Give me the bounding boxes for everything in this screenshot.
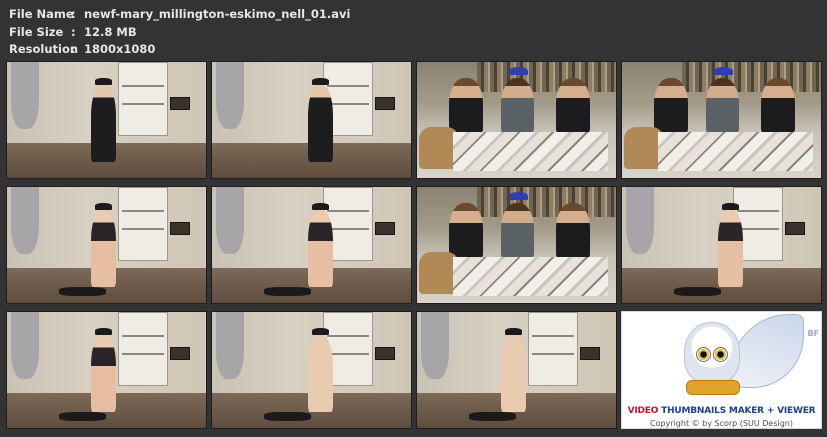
figure	[90, 335, 117, 412]
room-picture-frame	[375, 96, 396, 111]
video-thumbnail[interactable]	[211, 186, 412, 304]
bookshelf	[476, 62, 616, 93]
resolution-label: Resolution	[9, 42, 79, 56]
video-thumbnail[interactable]	[6, 311, 207, 429]
magazines-on-table	[452, 131, 609, 172]
man-center	[500, 78, 535, 134]
room-lamp	[420, 312, 449, 380]
table-lamp	[508, 191, 529, 200]
resolution-separator: :	[71, 42, 76, 56]
file-size-row: File Size : 12.8 MB	[9, 24, 350, 42]
room-picture-frame	[170, 96, 191, 111]
room-lamp	[10, 62, 39, 130]
video-thumbnail[interactable]	[416, 311, 617, 429]
owl-icon	[684, 322, 740, 384]
scroll-icon	[686, 380, 740, 395]
video-thumbnail[interactable]	[6, 61, 207, 179]
figure-cap	[311, 78, 330, 86]
owl-wing	[730, 314, 804, 388]
figure-cap	[94, 78, 113, 86]
figure	[307, 335, 334, 412]
file-name-row: File Name : newf-mary_millington-eskimo_…	[9, 6, 350, 24]
man-right	[556, 203, 591, 259]
man-center	[500, 203, 535, 259]
video-thumbnail[interactable]	[211, 61, 412, 179]
figure-cap	[721, 203, 740, 211]
video-thumbnail[interactable]	[416, 61, 617, 179]
room-lamp	[215, 62, 244, 130]
clothes-on-floor	[58, 286, 107, 297]
video-thumbnail[interactable]	[416, 186, 617, 304]
man-center	[705, 78, 740, 134]
magazines-on-table	[657, 131, 814, 172]
man-right	[556, 78, 591, 134]
room-shelf	[118, 187, 169, 261]
figure-cap	[94, 328, 113, 336]
resolution-row: Resolution : 1800x1080	[9, 41, 350, 59]
resolution-value: 1800x1080	[84, 42, 156, 56]
room-lamp	[625, 187, 654, 255]
man-left	[448, 78, 483, 134]
video-thumbnail[interactable]	[621, 61, 822, 179]
room-picture-frame	[170, 346, 191, 361]
logo-copyright: Copyright © by Scorp (SUU Design)	[649, 419, 793, 428]
file-name-value: newf-mary_millington-eskimo_nell_01.avi	[84, 7, 351, 21]
room-lamp	[10, 187, 39, 255]
room-shelf	[118, 62, 169, 136]
clothes-on-floor	[263, 286, 312, 297]
room-shelf	[528, 312, 579, 386]
figure-cap	[311, 328, 330, 336]
room-lamp	[215, 312, 244, 380]
figure	[90, 85, 117, 162]
bookshelf	[476, 187, 616, 218]
figure	[90, 210, 117, 287]
file-info-header: File Name : newf-mary_millington-eskimo_…	[9, 6, 350, 59]
man-left	[448, 203, 483, 259]
room-picture-frame	[785, 221, 806, 236]
figure	[307, 85, 334, 162]
room-picture-frame	[170, 221, 191, 236]
owl-eye-right	[713, 347, 728, 362]
figure	[307, 210, 334, 287]
room-lamp	[215, 187, 244, 255]
table-lamp	[508, 66, 529, 75]
clothes-on-floor	[263, 411, 312, 422]
figure-cap	[504, 328, 523, 336]
room-picture-frame	[375, 221, 396, 236]
bookshelf	[681, 62, 821, 93]
figure-cap	[311, 203, 330, 211]
man-right	[761, 78, 796, 134]
file-size-separator: :	[71, 24, 76, 39]
magazines-on-table	[452, 256, 609, 297]
file-name-separator: :	[71, 7, 76, 21]
clothes-on-floor	[468, 411, 517, 422]
figure	[500, 335, 527, 412]
figure-cap	[94, 203, 113, 211]
room-lamp	[10, 312, 39, 380]
room-shelf	[118, 312, 169, 386]
file-name-label: File Name	[9, 7, 74, 21]
logo-brand: VIDEO THUMBNAILS MAKER + VIEWER	[622, 406, 821, 416]
owl-eye-left	[696, 347, 711, 362]
logo-brand-part2: THUMBNAILS MAKER + VIEWER	[661, 406, 816, 416]
video-thumbnail[interactable]	[6, 186, 207, 304]
video-thumbnail[interactable]	[211, 311, 412, 429]
clothes-on-floor	[673, 286, 722, 297]
clothes-on-floor	[58, 411, 107, 422]
logo-corner-text: BF	[807, 329, 819, 338]
file-size-label: File Size	[9, 24, 64, 39]
room-picture-frame	[580, 346, 601, 361]
man-left	[653, 78, 688, 134]
video-thumbnail[interactable]	[621, 186, 822, 304]
figure	[717, 210, 744, 287]
logo-tile: BF VIDEO THUMBNAILS MAKER + VIEWER Copyr…	[621, 311, 822, 429]
file-size-value: 12.8 MB	[84, 24, 137, 39]
room-picture-frame	[375, 346, 396, 361]
table-lamp	[713, 66, 734, 75]
thumbnail-grid: BF VIDEO THUMBNAILS MAKER + VIEWER Copyr…	[6, 61, 822, 429]
logo-brand-part1: VIDEO	[627, 406, 662, 416]
